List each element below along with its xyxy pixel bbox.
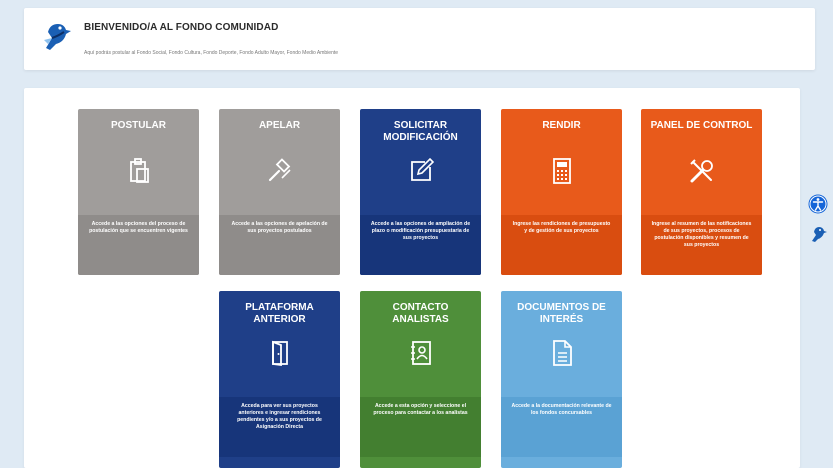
card-description: Ingrese las rendiciones de presupuesto y… (501, 215, 622, 275)
options-panel: POSTULAR Accede a las opciones del proce… (24, 88, 800, 468)
page-title: BIENVENIDO/A AL FONDO COMUNIDAD (84, 22, 279, 33)
calculator-icon (552, 158, 571, 184)
card-title: PLATAFORMA ANTERIOR (245, 302, 314, 325)
apelar-card[interactable]: APELAR Accede a las opciones de apelació… (219, 109, 340, 275)
card-title: PANEL DE CONTROL (650, 120, 753, 131)
tools-icon (689, 159, 713, 183)
card-description: Accede a esta opción y seleccione el pro… (360, 397, 481, 457)
card-description: Ingrese al resumen de las notificaciones… (641, 215, 762, 275)
card-description: Accede a las opciones del proceso de pos… (78, 215, 199, 275)
card-description: Accede a la documentación relevante de l… (501, 397, 622, 457)
contacto-analistas-card[interactable]: CONTACTO ANALISTAS Accede a esta opción … (360, 291, 481, 468)
page-subtitle: Aquí podrás postular al Fondo Social, Fo… (84, 50, 339, 56)
bird-logo-icon (44, 24, 71, 50)
card-description: Accede a las opciones de apelación de su… (219, 215, 340, 275)
card-title: CONTACTO ANALISTAS (392, 302, 449, 325)
card-title: SOLICITAR MODIFICACIÓN (383, 120, 458, 143)
solicitar-modificacion-card[interactable]: SOLICITAR MODIFICACIÓN Accede a las opci… (360, 109, 481, 275)
card-title: RENDIR (542, 120, 581, 131)
gavel-icon (268, 158, 291, 182)
card-description: Accede a las opciones de ampliación de p… (360, 215, 481, 275)
card-description: Acceda para ver sus proyectos anteriores… (219, 397, 340, 457)
plataforma-anterior-card[interactable]: PLATAFORMA ANTERIOR Acceda para ver sus … (219, 291, 340, 468)
door-icon (271, 340, 288, 367)
card-title: APELAR (258, 120, 301, 131)
card-title: POSTULAR (111, 120, 166, 131)
documentos-de-interes-card[interactable]: DOCUMENTOS DE INTERÉS Accede a la docume… (501, 291, 622, 468)
postular-card[interactable]: POSTULAR Accede a las opciones del proce… (78, 109, 199, 275)
welcome-header: BIENVENIDO/A AL FONDO COMUNIDAD Aquí pod… (24, 8, 815, 70)
edit-icon (410, 157, 434, 181)
panel-de-control-card[interactable]: PANEL DE CONTROL Ingrese al resumen de l… (641, 109, 762, 275)
accessibility-icon[interactable] (808, 194, 828, 214)
contact-book-icon (410, 341, 431, 365)
rendir-card[interactable]: RENDIR Ingrese las rendiciones de presup… (501, 109, 622, 275)
clipboard-icon (129, 158, 149, 183)
bird-logo-icon[interactable] (808, 224, 828, 244)
document-icon (552, 340, 572, 366)
card-title: DOCUMENTOS DE INTERÉS (517, 302, 606, 325)
